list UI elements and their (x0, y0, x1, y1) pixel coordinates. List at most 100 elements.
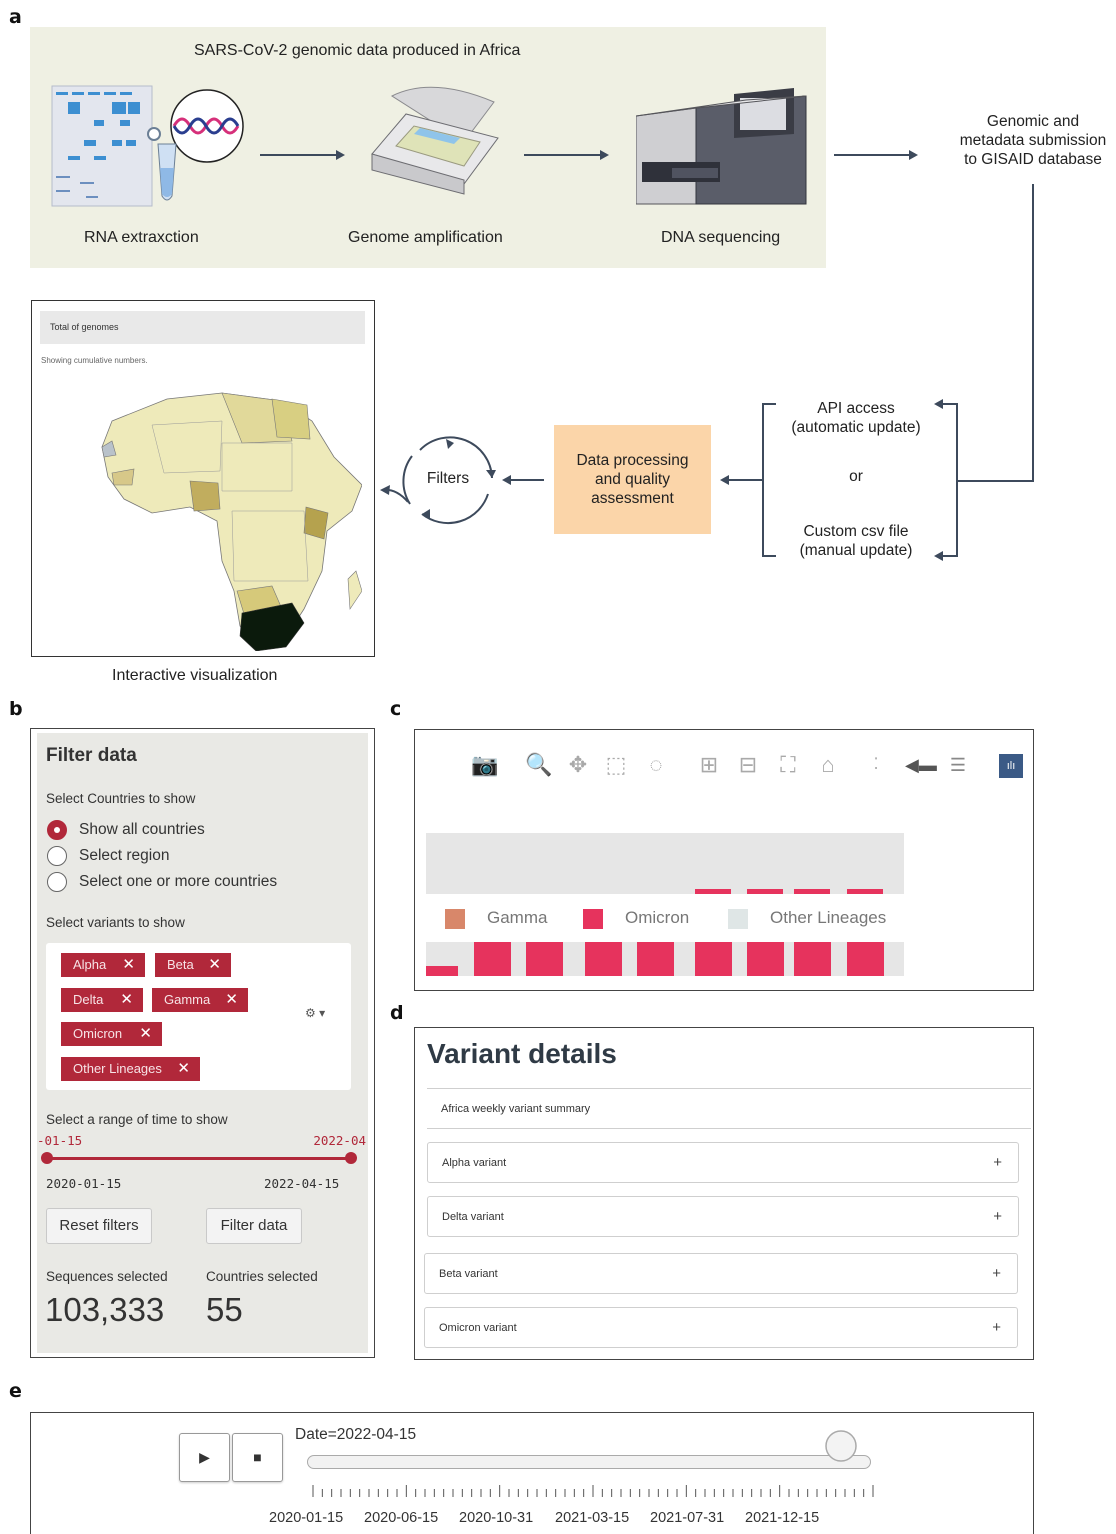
map-visualization-frame[interactable]: Total of genomes Showing cumulative numb… (31, 300, 375, 657)
step-genome-amplification: Genome amplification (348, 229, 503, 246)
radio-select-countries[interactable]: Select one or more countries (47, 871, 277, 893)
remove-icon[interactable]: ✕ (122, 953, 135, 977)
gisaid-connector-vertical (1032, 184, 1034, 482)
omicron-bar-segment (695, 889, 731, 894)
zoom-out-icon[interactable]: ⊟ (735, 752, 761, 778)
api-line-1: API access (817, 400, 895, 417)
slider-end-handle[interactable] (345, 1152, 357, 1164)
radio-select-region[interactable]: Select region (47, 845, 169, 867)
expand-icon[interactable]: + (993, 1143, 1002, 1183)
arrow-sequencing-to-gisaid (834, 150, 918, 160)
workflow-header: SARS-CoV-2 genomic data produced in Afri… (194, 42, 521, 59)
processing-line-2: and quality (595, 471, 670, 488)
gisaid-submission-text: Genomic and metadata submission to GISAI… (950, 112, 1116, 169)
stop-button[interactable]: ■ (232, 1433, 283, 1482)
remove-icon[interactable]: ✕ (208, 953, 221, 977)
box-select-icon[interactable]: ⬚ (603, 752, 629, 778)
legend-label-other-lineages[interactable]: Other Lineages (770, 908, 886, 928)
accordion-label: Delta variant (442, 1211, 504, 1223)
csv-text: Custom csv file (manual update) (776, 522, 936, 560)
chip-label: Alpha (73, 957, 107, 972)
gisaid-line-2: metadata submission (959, 132, 1107, 149)
settings-dropdown-icon[interactable]: ⚙ ▾ (305, 1006, 325, 1020)
play-button[interactable]: ▶ (179, 1433, 230, 1482)
radio-checked-icon[interactable] (47, 820, 67, 840)
range-top-right: 2022-04 (313, 1133, 366, 1148)
reset-filters-button[interactable]: Reset filters (46, 1208, 152, 1244)
time-range-label: Select a range of time to show (46, 1112, 228, 1127)
arrow-to-filters (502, 475, 544, 485)
accordion-alpha-variant[interactable]: Alpha variant + (427, 1142, 1019, 1183)
variant-details-frame: Variant details Africa weekly variant su… (414, 1027, 1034, 1360)
chip-label: Gamma (164, 992, 211, 1007)
arrow-to-csv (934, 551, 958, 561)
hover-closest-icon[interactable]: ◀▬ (905, 752, 937, 778)
chip-beta[interactable]: Beta ✕ (155, 953, 231, 977)
slider-handle[interactable] (824, 1429, 858, 1468)
variant-multiselect[interactable]: Alpha ✕ Beta ✕ Delta ✕ Gamma ✕ Omicron ✕ Othe… (46, 943, 351, 1090)
reset-axes-icon[interactable]: ⌂ (815, 752, 841, 778)
remove-icon[interactable]: ✕ (225, 988, 238, 1012)
spike-lines-icon[interactable]: ⁚ (863, 752, 889, 778)
expand-icon[interactable]: + (993, 1197, 1002, 1237)
chip-alpha[interactable]: Alpha ✕ (61, 953, 145, 977)
tick-label: 2021-03-15 (555, 1510, 630, 1526)
radio-label: Select one or more countries (79, 873, 278, 890)
lasso-icon[interactable]: ◌ (643, 752, 669, 778)
accordion-omicron-variant[interactable]: Omicron variant + (424, 1307, 1018, 1348)
remove-icon[interactable]: ✕ (139, 1022, 152, 1046)
africa-choropleth-map[interactable] (72, 381, 362, 651)
chip-omicron[interactable]: Omicron ✕ (61, 1022, 162, 1046)
expand-icon[interactable]: + (992, 1308, 1001, 1348)
gisaid-line-3: to GISAID database (964, 151, 1102, 168)
chip-delta[interactable]: Delta ✕ (61, 988, 143, 1012)
omicron-bar (585, 942, 622, 976)
left-bracket-top (762, 403, 776, 405)
legend-label-omicron[interactable]: Omicron (625, 908, 689, 928)
filter-panel-frame: Filter data Select Countries to show Sho… (30, 728, 375, 1358)
input-left-bracket (762, 403, 764, 557)
sequences-selected-label: Sequences selected (46, 1269, 168, 1284)
slider-start-handle[interactable] (41, 1152, 53, 1164)
camera-icon[interactable]: 📷 (471, 752, 498, 778)
hover-compare-icon[interactable]: ☰ (945, 752, 971, 778)
thermocycler-illustration (371, 86, 499, 195)
date-range-slider[interactable] (41, 1152, 357, 1164)
remove-icon[interactable]: ✕ (120, 988, 133, 1012)
arrow-extraction-to-amplification (260, 150, 345, 160)
panel-letter-d: d (390, 1002, 404, 1024)
tick-label: 2021-07-31 (650, 1510, 725, 1526)
tick-label: 2020-10-31 (459, 1510, 534, 1526)
filter-data-button[interactable]: Filter data (206, 1208, 302, 1244)
remove-icon[interactable]: ✕ (177, 1057, 190, 1081)
csv-line-1: Custom csv file (803, 523, 909, 540)
expand-icon[interactable]: + (992, 1254, 1001, 1294)
data-processing-text: Data processing and quality assessment (554, 451, 711, 508)
chip-gamma[interactable]: Gamma ✕ (152, 988, 248, 1012)
africa-summary-tab[interactable]: Africa weekly variant summary (427, 1088, 1031, 1129)
accordion-delta-variant[interactable]: Delta variant + (427, 1196, 1019, 1237)
omicron-bar (794, 942, 831, 976)
legend-label-gamma[interactable]: Gamma (487, 908, 547, 928)
panel-letter-e: e (9, 1380, 22, 1402)
tick-label: 2020-01-15 (269, 1510, 344, 1526)
radio-show-all-countries[interactable]: Show all countries (47, 819, 205, 841)
zoom-icon[interactable]: 🔍 (525, 752, 552, 778)
autoscale-icon[interactable]: ⛶ (775, 752, 801, 778)
omicron-bar (526, 942, 563, 976)
step-rna-extraction: RNA extraxction (84, 229, 199, 246)
radio-unchecked-icon[interactable] (47, 846, 67, 866)
api-access-text: API access (automatic update) (776, 399, 936, 437)
pan-icon[interactable]: ✥ (565, 752, 591, 778)
map-header: Total of genomes (40, 311, 365, 344)
date-animation-slider[interactable] (307, 1455, 871, 1469)
radio-unchecked-icon[interactable] (47, 872, 67, 892)
chip-label: Other Lineages (73, 1061, 162, 1076)
plotly-logo-icon[interactable]: ılı (999, 754, 1023, 778)
chip-other-lineages[interactable]: Other Lineages ✕ (61, 1057, 200, 1081)
visualization-caption: Interactive visualization (112, 667, 278, 684)
accordion-beta-variant[interactable]: Beta variant + (424, 1253, 1018, 1294)
zoom-in-icon[interactable]: ⊞ (696, 752, 722, 778)
chart-toolbar-frame: 📷 🔍 ✥ ⬚ ◌ ⊞ ⊟ ⛶ ⌂ ⁚ ◀▬ ☰ ılı Gamma Omicr… (414, 729, 1034, 991)
omicron-bar (747, 942, 784, 976)
